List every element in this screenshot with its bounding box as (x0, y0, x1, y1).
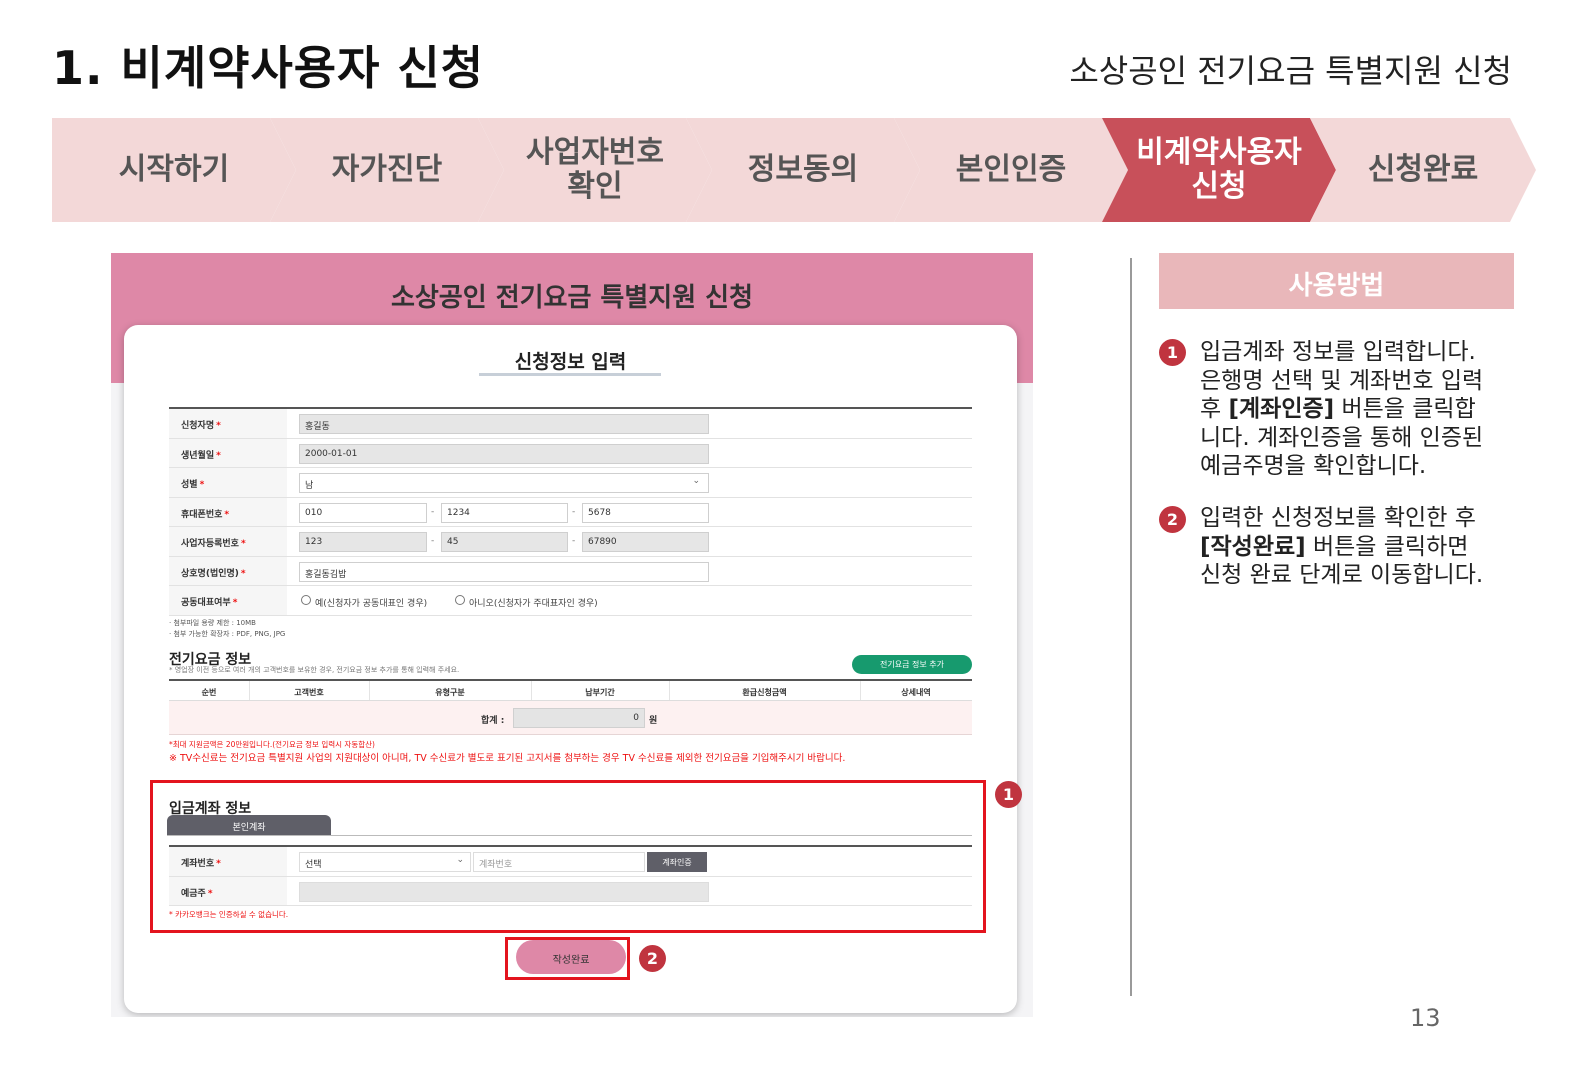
usage-title: 사용방법 (1159, 253, 1514, 309)
separator: - (572, 506, 576, 517)
sum-unit: 원 (649, 716, 658, 726)
submit-button-highlight (505, 937, 630, 980)
applicant-name-input[interactable]: 홍길동 (299, 414, 709, 434)
gender-select-value: 남 (305, 481, 314, 491)
phone-label: 휴대폰번호 (181, 509, 223, 520)
separator: - (431, 536, 435, 546)
required-mark: * (232, 598, 238, 608)
column-refund-amount: 환급신청금액 (742, 688, 787, 697)
max-support-note: *최대 지원금액은 20만원입니다.(전기요금 정보 입력시 자동합산) (169, 740, 375, 749)
co-representative-no-radio[interactable] (455, 595, 465, 605)
applicant-name-label: 신청자명 (181, 421, 215, 431)
row-applicant-name: 신청자명 * 홍길동 (169, 409, 972, 439)
column-seq: 순번 (201, 688, 217, 697)
separator: - (572, 536, 576, 546)
page-number: 13 (1410, 1004, 1441, 1032)
electric-sum-row: 합계 : 0 원 (169, 701, 972, 735)
step-self-diagnosis: 자가진단 (270, 118, 504, 222)
add-electric-info-button[interactable]: 전기요금 정보 추가 (852, 655, 972, 674)
required-mark: * (216, 450, 221, 461)
co-representative-no-label: 아니오(신청자가 주대표자인 경우) (469, 599, 598, 609)
row-phone: 휴대폰번호 * 010 - 1234 - 5678 (169, 497, 972, 527)
row-business-number: 사업자등록번호 * 123 - 45 - 67890 (169, 527, 972, 557)
column-type: 유형구분 (435, 688, 465, 697)
required-mark: * (199, 480, 205, 490)
usage-step-1-text: 입금계좌 정보를 입력합니다. 은행명 선택 및 계좌번호 입력 후 [계좌인증… (1200, 339, 1484, 479)
form-title-underline (479, 373, 661, 376)
form-title: 신청정보 입력 (514, 351, 627, 373)
usage-step-1-number: 1 (1159, 339, 1186, 366)
business-number-label: 사업자등록번호 (181, 539, 239, 549)
step-identity-verification: 본인인증 (894, 118, 1128, 222)
row-gender: 성별 * 남 ⌄ (169, 468, 972, 498)
applicant-info-table: 신청자명 * 홍길동 생년월일 * 2000-01-01 성별 * 남 ⌄ 휴대폰번호 *… (169, 407, 972, 616)
electric-section-subtitle: * 영업장 이전 등으로 여러 개의 고객번호를 보유한 경우, 전기요금 정보… (169, 666, 460, 674)
usage-step-2-text: 입력한 신청정보를 확인한 후 [작성완료] 버튼을 클릭하면 신청 완료 단계… (1200, 505, 1484, 588)
chevron-down-icon: ⌄ (692, 476, 700, 486)
row-company-name: 상호명(법인명) * 홍길동김밥 (169, 556, 972, 586)
phone-part1-input[interactable]: 010 (299, 502, 427, 523)
vertical-divider (1130, 258, 1132, 996)
co-representative-yes-label: 예(신청자가 공동대표인 경우) (315, 599, 428, 609)
co-representative-yes-radio[interactable] (301, 595, 311, 605)
required-mark: * (240, 539, 246, 549)
attach-ext-note: · 첨부 가능한 확장자 : PDF, PNG, JPG (169, 630, 286, 638)
page-title: 1. 비계약사용자 신청 (52, 41, 485, 95)
gender-select[interactable]: 남 ⌄ (299, 473, 709, 493)
step-business-number: 사업자번호 확인 (478, 118, 712, 222)
step-start: 시작하기 (52, 118, 296, 222)
sum-label: 합계 : (481, 716, 505, 726)
phone-part2-input[interactable]: 1234 (441, 502, 568, 523)
step-progress-bar: 시작하기 자가진단 사업자번호 확인 정보동의 본인인증 비계약사용자 신청 신… (52, 118, 1536, 222)
step-info-consent: 정보동의 (686, 118, 920, 222)
tv-fee-note: ※ TV수신료는 전기요금 특별지원 사업의 지원대상이 아니며, TV 수신료… (169, 753, 846, 764)
birth-date-label: 생년월일 (181, 450, 215, 461)
page-subtitle: 소상공인 전기요금 특별지원 신청 (1069, 52, 1512, 90)
required-mark: * (240, 568, 246, 579)
required-mark: * (216, 421, 221, 431)
business-number-part3-input[interactable]: 67890 (582, 532, 709, 552)
usage-step-2-number: 2 (1159, 506, 1186, 533)
column-payment-period: 납부기간 (585, 688, 615, 697)
company-name-input[interactable]: 홍길동김밥 (299, 561, 709, 582)
column-details: 상세내역 (901, 688, 931, 697)
phone-part3-input[interactable]: 5678 (582, 502, 709, 523)
birth-date-input[interactable]: 2000-01-01 (299, 443, 709, 464)
row-birth-date: 생년월일 * 2000-01-01 (169, 438, 972, 468)
sum-value: 0 (513, 708, 645, 728)
gender-label: 성별 (181, 480, 198, 490)
account-section-highlight (150, 780, 986, 933)
business-number-part1-input[interactable]: 123 (299, 532, 427, 552)
row-co-representative: 공동대표여부 * 예(신청자가 공동대표인 경우) 아니오(신청자가 주대표자인 … (169, 586, 972, 616)
app-banner-title: 소상공인 전기요금 특별지원 신청 (390, 283, 754, 313)
electric-table-header: 순번 고객번호 유형구분 납부기간 환급신청금액 상세내역 (169, 679, 972, 701)
business-number-part2-input[interactable]: 45 (441, 532, 568, 552)
marker-2: 2 (639, 945, 666, 972)
column-customer-number: 고객번호 (294, 688, 324, 697)
step-non-contract-user: 비계약사용자 신청 (1102, 118, 1336, 222)
company-name-label: 상호명(법인명) (181, 568, 239, 579)
co-representative-label: 공동대표여부 (181, 598, 231, 608)
step-complete: 신청완료 (1310, 118, 1536, 222)
separator: - (431, 506, 435, 517)
marker-1: 1 (995, 781, 1022, 808)
required-mark: * (224, 509, 230, 520)
attach-size-note: · 첨부파일 용량 제한 : 10MB (169, 619, 256, 627)
